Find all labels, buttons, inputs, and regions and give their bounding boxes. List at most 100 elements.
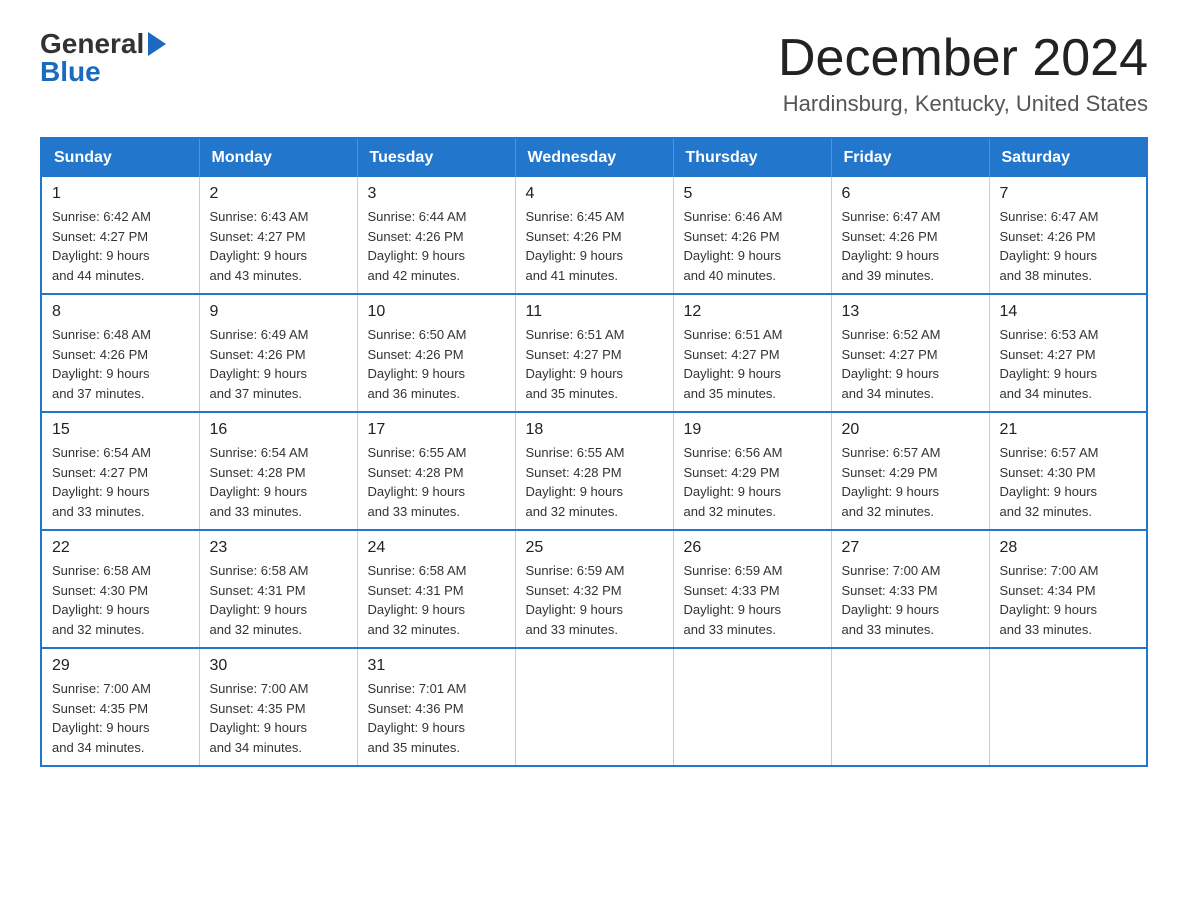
day-number: 19 xyxy=(684,421,821,439)
day-number: 3 xyxy=(368,185,505,203)
table-row: 11 Sunrise: 6:51 AM Sunset: 4:27 PM Dayl… xyxy=(515,294,673,412)
table-row: 12 Sunrise: 6:51 AM Sunset: 4:27 PM Dayl… xyxy=(673,294,831,412)
day-info: Sunrise: 7:01 AM Sunset: 4:36 PM Dayligh… xyxy=(368,679,505,757)
day-number: 29 xyxy=(52,657,189,675)
col-tuesday: Tuesday xyxy=(357,138,515,177)
day-number: 5 xyxy=(684,185,821,203)
table-row: 8 Sunrise: 6:48 AM Sunset: 4:26 PM Dayli… xyxy=(41,294,199,412)
day-number: 13 xyxy=(842,303,979,321)
day-number: 25 xyxy=(526,539,663,557)
calendar-week-row: 1 Sunrise: 6:42 AM Sunset: 4:27 PM Dayli… xyxy=(41,177,1147,294)
table-row: 20 Sunrise: 6:57 AM Sunset: 4:29 PM Dayl… xyxy=(831,412,989,530)
table-row: 28 Sunrise: 7:00 AM Sunset: 4:34 PM Dayl… xyxy=(989,530,1147,648)
day-number: 18 xyxy=(526,421,663,439)
day-number: 17 xyxy=(368,421,505,439)
calendar-week-row: 15 Sunrise: 6:54 AM Sunset: 4:27 PM Dayl… xyxy=(41,412,1147,530)
day-number: 26 xyxy=(684,539,821,557)
day-number: 16 xyxy=(210,421,347,439)
logo-blue: Blue xyxy=(40,58,101,86)
day-info: Sunrise: 6:46 AM Sunset: 4:26 PM Dayligh… xyxy=(684,207,821,285)
day-info: Sunrise: 6:42 AM Sunset: 4:27 PM Dayligh… xyxy=(52,207,189,285)
table-row: 24 Sunrise: 6:58 AM Sunset: 4:31 PM Dayl… xyxy=(357,530,515,648)
day-number: 20 xyxy=(842,421,979,439)
day-info: Sunrise: 6:59 AM Sunset: 4:33 PM Dayligh… xyxy=(684,561,821,639)
table-row: 14 Sunrise: 6:53 AM Sunset: 4:27 PM Dayl… xyxy=(989,294,1147,412)
col-sunday: Sunday xyxy=(41,138,199,177)
day-info: Sunrise: 6:50 AM Sunset: 4:26 PM Dayligh… xyxy=(368,325,505,403)
day-info: Sunrise: 7:00 AM Sunset: 4:33 PM Dayligh… xyxy=(842,561,979,639)
day-number: 28 xyxy=(1000,539,1137,557)
page-subtitle: Hardinsburg, Kentucky, United States xyxy=(778,91,1148,117)
day-number: 11 xyxy=(526,303,663,321)
day-number: 10 xyxy=(368,303,505,321)
day-info: Sunrise: 6:54 AM Sunset: 4:27 PM Dayligh… xyxy=(52,443,189,521)
day-number: 22 xyxy=(52,539,189,557)
table-row: 17 Sunrise: 6:55 AM Sunset: 4:28 PM Dayl… xyxy=(357,412,515,530)
table-row: 31 Sunrise: 7:01 AM Sunset: 4:36 PM Dayl… xyxy=(357,648,515,766)
table-row xyxy=(515,648,673,766)
col-wednesday: Wednesday xyxy=(515,138,673,177)
logo-general: General xyxy=(40,30,144,58)
day-number: 9 xyxy=(210,303,347,321)
day-info: Sunrise: 6:44 AM Sunset: 4:26 PM Dayligh… xyxy=(368,207,505,285)
col-thursday: Thursday xyxy=(673,138,831,177)
title-section: December 2024 Hardinsburg, Kentucky, Uni… xyxy=(778,30,1148,117)
day-info: Sunrise: 6:53 AM Sunset: 4:27 PM Dayligh… xyxy=(1000,325,1137,403)
table-row: 9 Sunrise: 6:49 AM Sunset: 4:26 PM Dayli… xyxy=(199,294,357,412)
table-row xyxy=(673,648,831,766)
table-row xyxy=(989,648,1147,766)
day-number: 7 xyxy=(1000,185,1137,203)
table-row: 18 Sunrise: 6:55 AM Sunset: 4:28 PM Dayl… xyxy=(515,412,673,530)
logo: General Blue xyxy=(40,30,166,86)
table-row: 2 Sunrise: 6:43 AM Sunset: 4:27 PM Dayli… xyxy=(199,177,357,294)
day-number: 27 xyxy=(842,539,979,557)
table-row: 29 Sunrise: 7:00 AM Sunset: 4:35 PM Dayl… xyxy=(41,648,199,766)
day-number: 24 xyxy=(368,539,505,557)
calendar-week-row: 29 Sunrise: 7:00 AM Sunset: 4:35 PM Dayl… xyxy=(41,648,1147,766)
table-row: 22 Sunrise: 6:58 AM Sunset: 4:30 PM Dayl… xyxy=(41,530,199,648)
day-info: Sunrise: 6:55 AM Sunset: 4:28 PM Dayligh… xyxy=(368,443,505,521)
col-monday: Monday xyxy=(199,138,357,177)
day-info: Sunrise: 6:58 AM Sunset: 4:31 PM Dayligh… xyxy=(210,561,347,639)
day-number: 15 xyxy=(52,421,189,439)
day-info: Sunrise: 6:49 AM Sunset: 4:26 PM Dayligh… xyxy=(210,325,347,403)
logo-arrow-icon xyxy=(148,32,166,56)
day-number: 30 xyxy=(210,657,347,675)
day-info: Sunrise: 6:47 AM Sunset: 4:26 PM Dayligh… xyxy=(1000,207,1137,285)
day-number: 1 xyxy=(52,185,189,203)
day-info: Sunrise: 6:47 AM Sunset: 4:26 PM Dayligh… xyxy=(842,207,979,285)
day-number: 14 xyxy=(1000,303,1137,321)
table-row: 3 Sunrise: 6:44 AM Sunset: 4:26 PM Dayli… xyxy=(357,177,515,294)
calendar-week-row: 22 Sunrise: 6:58 AM Sunset: 4:30 PM Dayl… xyxy=(41,530,1147,648)
col-friday: Friday xyxy=(831,138,989,177)
table-row: 25 Sunrise: 6:59 AM Sunset: 4:32 PM Dayl… xyxy=(515,530,673,648)
table-row: 6 Sunrise: 6:47 AM Sunset: 4:26 PM Dayli… xyxy=(831,177,989,294)
table-row: 7 Sunrise: 6:47 AM Sunset: 4:26 PM Dayli… xyxy=(989,177,1147,294)
day-info: Sunrise: 6:54 AM Sunset: 4:28 PM Dayligh… xyxy=(210,443,347,521)
day-info: Sunrise: 6:43 AM Sunset: 4:27 PM Dayligh… xyxy=(210,207,347,285)
table-row: 15 Sunrise: 6:54 AM Sunset: 4:27 PM Dayl… xyxy=(41,412,199,530)
day-info: Sunrise: 7:00 AM Sunset: 4:34 PM Dayligh… xyxy=(1000,561,1137,639)
calendar-week-row: 8 Sunrise: 6:48 AM Sunset: 4:26 PM Dayli… xyxy=(41,294,1147,412)
table-row: 19 Sunrise: 6:56 AM Sunset: 4:29 PM Dayl… xyxy=(673,412,831,530)
table-row: 10 Sunrise: 6:50 AM Sunset: 4:26 PM Dayl… xyxy=(357,294,515,412)
table-row: 16 Sunrise: 6:54 AM Sunset: 4:28 PM Dayl… xyxy=(199,412,357,530)
day-info: Sunrise: 6:57 AM Sunset: 4:29 PM Dayligh… xyxy=(842,443,979,521)
day-info: Sunrise: 6:52 AM Sunset: 4:27 PM Dayligh… xyxy=(842,325,979,403)
page-header: General Blue December 2024 Hardinsburg, … xyxy=(40,30,1148,117)
day-info: Sunrise: 6:56 AM Sunset: 4:29 PM Dayligh… xyxy=(684,443,821,521)
day-info: Sunrise: 7:00 AM Sunset: 4:35 PM Dayligh… xyxy=(210,679,347,757)
page-title: December 2024 xyxy=(778,30,1148,87)
day-info: Sunrise: 6:51 AM Sunset: 4:27 PM Dayligh… xyxy=(526,325,663,403)
day-number: 31 xyxy=(368,657,505,675)
calendar-header-row: Sunday Monday Tuesday Wednesday Thursday… xyxy=(41,138,1147,177)
calendar-table: Sunday Monday Tuesday Wednesday Thursday… xyxy=(40,137,1148,767)
day-info: Sunrise: 6:58 AM Sunset: 4:30 PM Dayligh… xyxy=(52,561,189,639)
table-row: 4 Sunrise: 6:45 AM Sunset: 4:26 PM Dayli… xyxy=(515,177,673,294)
day-number: 6 xyxy=(842,185,979,203)
day-info: Sunrise: 6:59 AM Sunset: 4:32 PM Dayligh… xyxy=(526,561,663,639)
table-row xyxy=(831,648,989,766)
table-row: 21 Sunrise: 6:57 AM Sunset: 4:30 PM Dayl… xyxy=(989,412,1147,530)
day-info: Sunrise: 6:58 AM Sunset: 4:31 PM Dayligh… xyxy=(368,561,505,639)
day-info: Sunrise: 6:45 AM Sunset: 4:26 PM Dayligh… xyxy=(526,207,663,285)
